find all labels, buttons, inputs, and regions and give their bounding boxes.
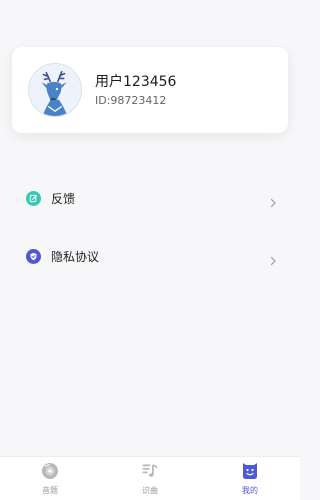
music-note-icon <box>141 462 159 484</box>
nav-item-music-quiz[interactable]: 音题 <box>0 457 100 500</box>
shield-icon <box>26 248 41 264</box>
bottom-nav: 音题 识曲 我的 <box>0 456 300 500</box>
deer-avatar-icon <box>28 63 82 117</box>
nav-label: 识曲 <box>142 485 158 495</box>
nav-item-recognize[interactable]: 识曲 <box>100 457 200 500</box>
user-id: ID:98723412 <box>95 93 167 107</box>
profile-card[interactable]: 用户123456 ID:98723412 <box>12 47 288 133</box>
nav-label: 音题 <box>42 485 58 495</box>
menu-item-label: 反馈 <box>51 191 76 206</box>
user-info: 用户123456 ID:98723412 <box>95 73 176 108</box>
username: 用户123456 <box>95 73 177 90</box>
nav-label: 我的 <box>242 485 258 495</box>
chevron-right-icon <box>268 251 278 266</box>
menu-item-label: 隐私协议 <box>51 249 100 264</box>
menu-item-feedback[interactable]: 反馈 <box>0 178 300 218</box>
smile-face-icon <box>241 462 259 484</box>
menu-item-privacy[interactable]: 隐私协议 <box>0 236 300 276</box>
profile-screen: 用户123456 ID:98723412 反馈 隐私协议 音题 识曲 我的 <box>0 0 300 500</box>
disc-icon <box>41 462 59 484</box>
edit-icon <box>26 190 41 206</box>
nav-item-mine[interactable]: 我的 <box>200 457 300 500</box>
chevron-right-icon <box>268 193 278 208</box>
